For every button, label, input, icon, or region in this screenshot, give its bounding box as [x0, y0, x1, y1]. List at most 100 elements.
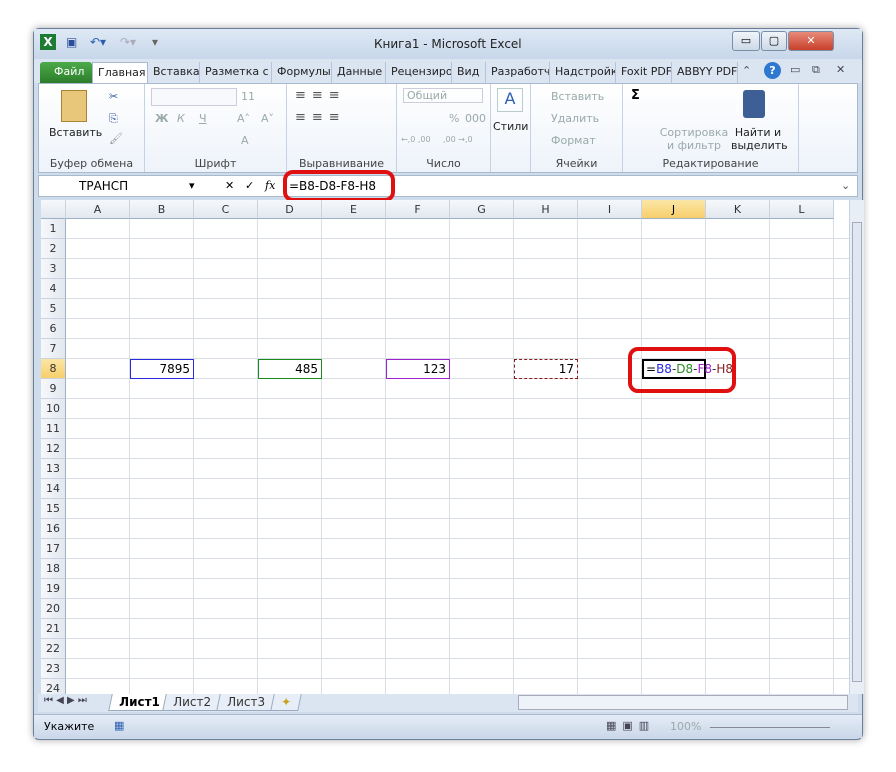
column-header-K[interactable]: K	[706, 200, 770, 219]
row-header-2[interactable]: 2	[41, 239, 66, 259]
sort-filter-button[interactable]: Сортировка и фильтр	[659, 126, 729, 152]
column-header-F[interactable]: F	[386, 200, 450, 219]
row-header-18[interactable]: 18	[41, 559, 66, 579]
underline-button[interactable]: Ч	[199, 112, 207, 125]
row-header-13[interactable]: 13	[41, 459, 66, 479]
row-header-10[interactable]: 10	[41, 399, 66, 419]
minimize-button[interactable]: ▭	[732, 31, 760, 51]
redo-icon[interactable]: ↷▾	[120, 35, 136, 49]
tab-3[interactable]: Разметка с	[200, 62, 272, 83]
cell-H8[interactable]: 17	[514, 359, 578, 379]
insert-cells-button[interactable]: Вставить	[551, 90, 604, 103]
number-format-select[interactable]: Общий	[403, 88, 483, 103]
sheet-tab-3[interactable]: Лист3	[216, 694, 276, 711]
paste-button[interactable]: Вставить	[49, 126, 102, 139]
tab-4[interactable]: Формулы	[272, 62, 332, 83]
row-header-1[interactable]: 1	[41, 219, 66, 239]
format-cells-button[interactable]: Формат	[551, 134, 596, 147]
sheet-tab-2[interactable]: Лист2	[162, 694, 222, 711]
undo-icon[interactable]: ↶▾	[90, 35, 106, 49]
column-header-H[interactable]: H	[514, 200, 578, 219]
insert-sheet-icon[interactable]: ✦	[270, 694, 302, 711]
worksheet-grid[interactable]: A B C D E F G H I J K L 1 2 3 4 5 6 7 8 9 10 11 12 13 14 15 16 17 18 1…	[41, 200, 849, 699]
tab-11[interactable]: ABBYY PDF	[672, 62, 738, 83]
sheet-tab-1[interactable]: Лист1	[108, 694, 171, 711]
row-header-16[interactable]: 16	[41, 519, 66, 539]
font-size-select[interactable]: 11	[241, 90, 255, 103]
row-header-4[interactable]: 4	[41, 279, 66, 299]
zoom-level[interactable]: 100%	[670, 720, 701, 733]
row-header-14[interactable]: 14	[41, 479, 66, 499]
tab-7[interactable]: Вид	[452, 62, 486, 83]
column-header-J[interactable]: J	[642, 200, 706, 219]
tab-9[interactable]: Надстройк	[550, 62, 616, 83]
macro-record-icon[interactable]: ▦	[114, 719, 124, 732]
customize-quick-access-icon[interactable]: ▾	[152, 35, 158, 49]
horizontal-align-icons[interactable]: ≡≡≡	[295, 110, 346, 125]
row-header-19[interactable]: 19	[41, 579, 66, 599]
horizontal-scrollbar[interactable]	[518, 695, 848, 710]
styles-icon[interactable]: A	[497, 88, 523, 112]
autosum-button[interactable]: Σ	[631, 88, 640, 103]
scroll-thumb[interactable]	[852, 222, 862, 682]
select-all-corner[interactable]	[41, 200, 66, 219]
column-header-I[interactable]: I	[578, 200, 642, 219]
column-header-L[interactable]: L	[770, 200, 834, 219]
zoom-slider[interactable]	[710, 727, 830, 728]
decrease-decimal-button[interactable]: ,00 →,0	[443, 135, 473, 144]
paste-icon[interactable]	[61, 90, 87, 122]
find-select-button[interactable]: Найти и выделить	[731, 126, 788, 152]
tab-6[interactable]: Рецензиро	[386, 62, 452, 83]
close-button[interactable]: ✕	[788, 31, 834, 51]
column-header-C[interactable]: C	[194, 200, 258, 219]
italic-button[interactable]: К	[177, 112, 185, 125]
percent-button[interactable]: %	[449, 112, 459, 125]
format-painter-icon[interactable]: 🖌	[109, 132, 123, 145]
row-header-6[interactable]: 6	[41, 319, 66, 339]
tab-0[interactable]: Файл	[40, 62, 92, 83]
cancel-button[interactable]: ✕	[225, 179, 234, 192]
row-header-11[interactable]: 11	[41, 419, 66, 439]
cell-D8[interactable]: 485	[258, 359, 322, 379]
row-header-20[interactable]: 20	[41, 599, 66, 619]
tab-5[interactable]: Данные	[332, 62, 386, 83]
cell-B8[interactable]: 7895	[130, 359, 194, 379]
align-icons[interactable]: ≡≡≡	[295, 88, 346, 103]
thousands-button[interactable]: 000	[465, 112, 486, 125]
enter-button[interactable]: ✓	[245, 179, 254, 192]
column-header-A[interactable]: A	[66, 200, 130, 219]
restore-button[interactable]: ▢	[761, 31, 787, 51]
tab-1[interactable]: Главная	[92, 62, 148, 83]
help-icon[interactable]: ?	[764, 62, 781, 79]
row-header-5[interactable]: 5	[41, 299, 66, 319]
bold-button[interactable]: Ж	[155, 112, 168, 125]
name-box-dropdown-icon[interactable]: ▾	[189, 179, 195, 192]
save-icon[interactable]: ▣	[66, 35, 77, 49]
tab-8[interactable]: Разработч	[486, 62, 550, 83]
insert-function-button[interactable]: fx	[265, 179, 275, 192]
collapse-ribbon-icon[interactable]: ⌃	[742, 64, 751, 77]
row-header-3[interactable]: 3	[41, 259, 66, 279]
column-header-B[interactable]: B	[130, 200, 194, 219]
copy-icon[interactable]: ⎘	[109, 112, 118, 126]
column-header-G[interactable]: G	[450, 200, 514, 219]
font-color-button[interactable]: A	[241, 134, 249, 147]
row-header-12[interactable]: 12	[41, 439, 66, 459]
row-header-21[interactable]: 21	[41, 619, 66, 639]
shrink-font-button[interactable]: A˅	[261, 112, 274, 125]
expand-formula-bar-icon[interactable]: ⌄	[841, 179, 850, 192]
cut-icon[interactable]: ✂	[109, 90, 118, 103]
doc-close-icon[interactable]: ✕	[836, 63, 845, 76]
delete-cells-button[interactable]: Удалить	[551, 112, 599, 125]
doc-minimize-icon[interactable]: ▭	[790, 63, 800, 76]
styles-button[interactable]: Стили	[493, 120, 528, 133]
row-header-9[interactable]: 9	[41, 379, 66, 399]
cell-F8[interactable]: 123	[386, 359, 450, 379]
font-name-select[interactable]	[151, 88, 237, 106]
row-header-7[interactable]: 7	[41, 339, 66, 359]
row-header-15[interactable]: 15	[41, 499, 66, 519]
row-header-22[interactable]: 22	[41, 639, 66, 659]
tab-10[interactable]: Foxit PDF	[616, 62, 672, 83]
column-header-D[interactable]: D	[258, 200, 322, 219]
vertical-scrollbar[interactable]	[849, 200, 864, 694]
